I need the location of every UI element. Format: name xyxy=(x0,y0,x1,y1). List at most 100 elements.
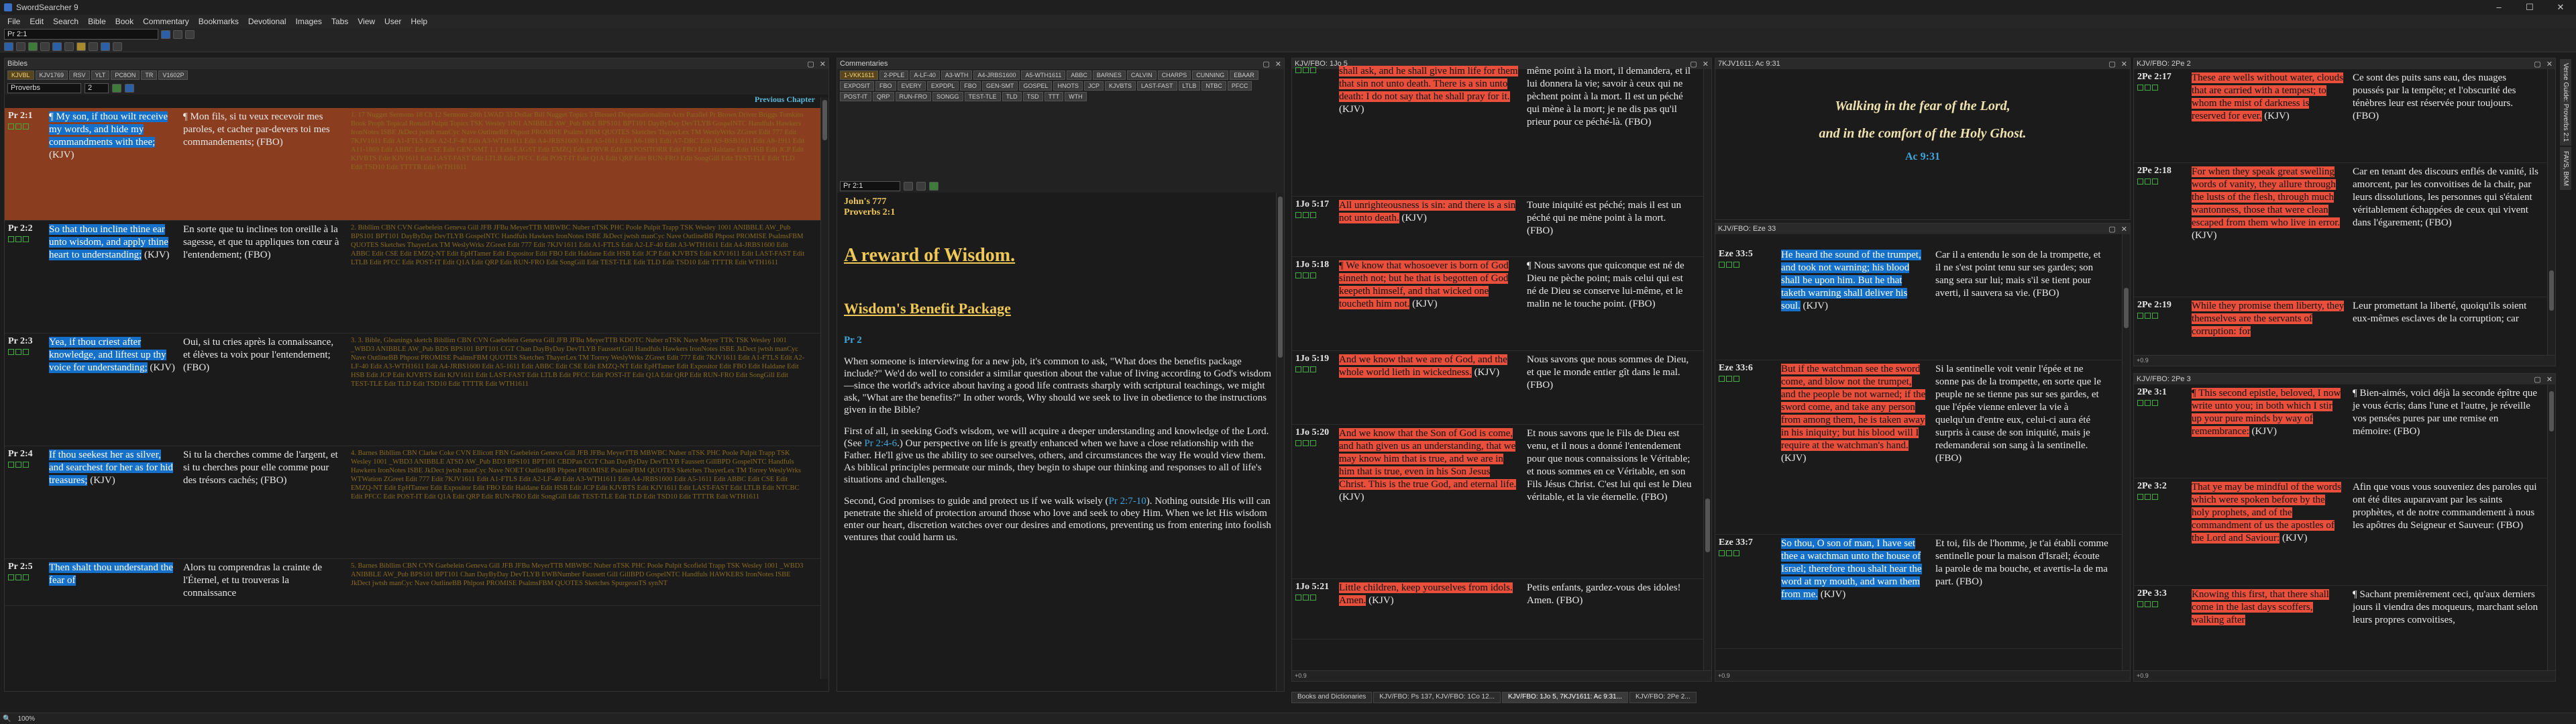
commentary-tab[interactable]: TEST-TLE xyxy=(964,92,1001,101)
verse-tool-icon[interactable] xyxy=(1310,212,1316,218)
commentary-tab[interactable]: QRP xyxy=(873,92,894,101)
menu-user[interactable]: User xyxy=(380,17,406,26)
verse-icons[interactable] xyxy=(8,236,42,242)
verse-tool-icon[interactable] xyxy=(2152,494,2158,500)
bottom-tab[interactable]: KJV/FBO: Ps 137, KJV/FBO: 1Co 12... xyxy=(1373,692,1501,703)
verse-ref[interactable]: 1Jo 5:18 xyxy=(1292,257,1335,350)
verse-tool-icon[interactable] xyxy=(1733,376,1739,382)
verse-ref[interactable]: 2Pe 3:1 xyxy=(2134,384,2188,478)
verse-ref[interactable]: Eze 33:7 xyxy=(1715,535,1777,648)
previous-chapter-link[interactable]: Previous Chapter xyxy=(755,95,815,104)
commentary-tab[interactable]: GEN-SMT xyxy=(981,81,1018,91)
verse-icons[interactable] xyxy=(2137,85,2184,91)
verse-tool-icon[interactable] xyxy=(1310,67,1316,73)
resource-links[interactable]: 5. Barnes Bibllim CBN CVN Gaebelein Gene… xyxy=(347,559,810,605)
resource-links[interactable]: 2. Bibllim CBN CVN Gaebelein Geneva Gill… xyxy=(347,221,810,333)
verse-tool-icon[interactable] xyxy=(1719,376,1725,382)
close-panel-icon[interactable]: ✕ xyxy=(820,60,826,68)
verse-tool-icon[interactable] xyxy=(1295,366,1301,372)
verse-tool-icon[interactable] xyxy=(23,349,29,355)
verse-icons[interactable] xyxy=(8,349,42,355)
commentary-tab[interactable]: SONGG xyxy=(932,92,963,101)
verse-icons[interactable] xyxy=(1719,550,1774,556)
verse-tool-icon[interactable] xyxy=(2145,178,2151,185)
commentary-tab[interactable]: A5-WTH1611 xyxy=(1021,70,1066,80)
verse-ref[interactable]: 1Jo 5:21 xyxy=(1292,579,1335,639)
verse-tool-icon[interactable] xyxy=(2145,494,2151,500)
verse-tool-icon[interactable] xyxy=(1303,440,1309,446)
new-window-icon[interactable] xyxy=(4,42,13,51)
verse-tool-icon[interactable] xyxy=(1719,550,1725,556)
crossref-link[interactable]: Pr 2:4-6 xyxy=(864,438,897,449)
verse-icons[interactable] xyxy=(1719,376,1774,382)
verse-tool-icon[interactable] xyxy=(1726,550,1732,556)
menu-devotional[interactable]: Devotional xyxy=(244,17,291,26)
verse-tool-icon[interactable] xyxy=(2137,494,2143,500)
menu-file[interactable]: File xyxy=(3,17,25,26)
commentary-tab[interactable]: EBAAR xyxy=(1230,70,1258,80)
verse-icons[interactable] xyxy=(8,574,42,580)
cmt-back-icon[interactable] xyxy=(904,181,913,191)
verse-tool-icon[interactable] xyxy=(8,236,14,242)
verse-tool-icon[interactable] xyxy=(2152,601,2158,607)
verse-tool-icon[interactable] xyxy=(1303,67,1309,73)
save-icon[interactable] xyxy=(28,42,38,51)
cmt-forward-icon[interactable] xyxy=(916,181,926,191)
print-icon[interactable] xyxy=(40,42,50,51)
bible-tab[interactable]: KJV1769 xyxy=(35,70,68,80)
verse-tool-icon[interactable] xyxy=(23,574,29,580)
verse-ref[interactable]: Eze 33:5 xyxy=(1715,246,1777,360)
float-icon[interactable]: ▢ xyxy=(2108,60,2115,68)
commentary-tab[interactable]: CALVIN xyxy=(1126,70,1157,80)
cmt-edit-icon[interactable] xyxy=(929,181,938,191)
verse-tool-icon[interactable] xyxy=(1295,67,1301,73)
commentary-tab[interactable]: TSD xyxy=(1022,92,1043,101)
verse-ref[interactable]: Pr 2:5 xyxy=(5,559,45,605)
commentary-tab[interactable]: FBO xyxy=(960,81,981,91)
close-panel-icon[interactable]: ✕ xyxy=(1275,60,1281,68)
commentary-tab[interactable]: EXPDPL xyxy=(926,81,959,91)
verse-tool-icon[interactable] xyxy=(2152,85,2158,91)
resource-links[interactable]: 3. 3. Bible, Gleanings sketch Bibllim CB… xyxy=(347,333,810,446)
verse-tool-icon[interactable] xyxy=(2152,178,2158,185)
verse-tool-icon[interactable] xyxy=(1303,594,1309,601)
verse-tool-icon[interactable] xyxy=(1295,272,1301,278)
verse-tool-icon[interactable] xyxy=(2137,400,2143,406)
bible-sync-icon[interactable] xyxy=(125,83,134,93)
verse-icons[interactable] xyxy=(2137,400,2184,406)
layout-icon[interactable] xyxy=(64,42,74,51)
bottom-tab[interactable]: KJV/FBO: 2Pe 2... xyxy=(1629,692,1697,703)
verse-tool-icon[interactable] xyxy=(8,462,14,468)
verse-icons[interactable] xyxy=(1295,440,1332,446)
verse-icons[interactable] xyxy=(1295,67,1332,73)
commentary-tab[interactable]: EXPOSIT xyxy=(840,81,875,91)
verse-tool-icon[interactable] xyxy=(1295,594,1301,601)
verse-ref[interactable]: 1Jo 5:20 xyxy=(1292,425,1335,578)
minimize-icon[interactable]: – xyxy=(2483,0,2514,15)
commentary-tab[interactable]: TTT xyxy=(1044,92,1064,101)
menu-edit[interactable]: Edit xyxy=(25,17,48,26)
verse-tool-icon[interactable] xyxy=(1733,262,1739,268)
verse-tool-icon[interactable] xyxy=(2152,313,2158,319)
bible-tab[interactable]: YLT xyxy=(91,70,110,80)
commentary-tab[interactable]: 2-PPLE xyxy=(879,70,909,80)
go-icon[interactable] xyxy=(161,30,170,39)
verse-tool-icon[interactable] xyxy=(1726,262,1732,268)
sidebar-tab[interactable]: FAVS, BKM xyxy=(2560,147,2571,191)
commentary-tab[interactable]: RUN-FRO xyxy=(895,92,932,101)
commentary-tab[interactable]: PFCC xyxy=(1227,81,1252,91)
verse-ref[interactable] xyxy=(1292,62,1335,196)
verse-tool-icon[interactable] xyxy=(2145,400,2151,406)
bible-nav-icon[interactable] xyxy=(112,83,121,93)
book-select[interactable]: Proverbs xyxy=(7,83,81,93)
menu-bible[interactable]: Bible xyxy=(83,17,111,26)
verse-tool-icon[interactable] xyxy=(15,236,21,242)
verse-tool-icon[interactable] xyxy=(1310,366,1316,372)
bottom-tab[interactable]: Books and Dictionaries xyxy=(1291,692,1373,703)
forward-icon[interactable] xyxy=(185,30,195,39)
verse-tool-icon[interactable] xyxy=(1733,550,1739,556)
verse-ref[interactable]: 1Jo 5:17 xyxy=(1292,197,1335,256)
verse-tool-icon[interactable] xyxy=(15,574,21,580)
bible-tab[interactable]: RSV xyxy=(69,70,90,80)
verse-icons[interactable] xyxy=(2137,494,2184,500)
